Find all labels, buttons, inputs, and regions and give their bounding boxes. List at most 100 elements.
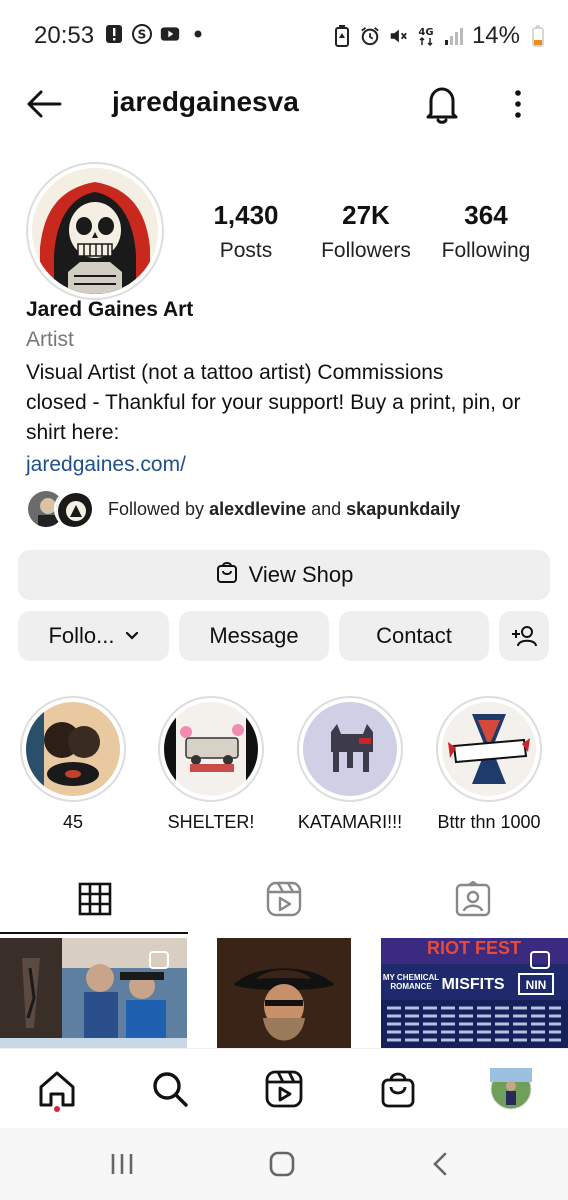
youtube-icon [160, 24, 180, 44]
avatar-skull-image [32, 168, 158, 294]
arrow-left-icon [27, 90, 62, 118]
contact-button[interactable]: Contact [339, 611, 489, 661]
bio-website-link[interactable]: jaredgaines.com/ [26, 450, 556, 480]
home-icon [39, 1071, 75, 1107]
stat-posts-value: 1,430 [213, 200, 279, 230]
highlight-label: SHELTER! [167, 812, 255, 832]
highlight-item[interactable]: SHELTER! [146, 696, 276, 833]
bell-icon [426, 87, 458, 124]
profile-display-name: Jared Gaines Art [26, 298, 194, 321]
more-vertical-icon [515, 90, 521, 118]
svg-text:MY CHEMICAL: MY CHEMICAL [383, 973, 439, 982]
search-icon [153, 1072, 188, 1107]
svg-text:MISFITS: MISFITS [441, 976, 504, 993]
profile-avatar[interactable] [26, 162, 164, 300]
highlight-item[interactable]: 45 [8, 696, 138, 833]
stat-posts-label: Posts [219, 239, 273, 262]
tab-active-indicator [0, 932, 188, 934]
status-time: 20:53 [34, 22, 95, 49]
tab-posts-grid[interactable] [0, 868, 189, 930]
view-shop-label: View Shop [248, 562, 354, 587]
profile-bio: Jared Gaines Art Artist Visual Artist (n… [26, 298, 556, 480]
svg-text:4G: 4G [418, 27, 433, 38]
profile-header: jaredgainesva [0, 78, 568, 130]
stat-following[interactable]: 364 Following [426, 200, 546, 263]
more-options-button[interactable] [506, 84, 530, 124]
reels-icon [266, 881, 301, 917]
back-system-button[interactable] [420, 1148, 460, 1180]
follower-avatar-2 [54, 489, 94, 529]
highlight-cover-1 [26, 702, 120, 796]
nav-profile[interactable] [489, 1067, 533, 1111]
home-circle-icon [269, 1151, 295, 1177]
post-thumbnail[interactable] [217, 938, 351, 1048]
tab-reels[interactable] [189, 868, 378, 930]
notifications-button[interactable] [422, 82, 462, 126]
alert-icon [104, 24, 124, 44]
highlight-item[interactable]: Bttr thn 1000 [424, 696, 554, 833]
suggested-users-button[interactable] [499, 611, 549, 661]
stat-following-label: Following [441, 239, 531, 262]
add-user-icon [512, 626, 537, 647]
recent-apps-icon [111, 1154, 133, 1174]
stat-following-value: 364 [464, 200, 508, 230]
message-button[interactable]: Message [179, 611, 329, 661]
nav-search[interactable] [148, 1067, 192, 1111]
profile-content-tabs [0, 868, 568, 934]
alarm-icon [360, 26, 380, 46]
svg-text:NIN: NIN [526, 978, 547, 992]
back-button[interactable] [24, 84, 64, 124]
svg-text:RIOT FEST: RIOT FEST [427, 938, 521, 958]
followed-by-prefix: Followed by [108, 498, 210, 519]
highlight-label: 45 [62, 812, 84, 832]
profile-category: Artist [26, 328, 74, 351]
status-bar: 20:53 S 4G 14% [0, 0, 568, 70]
stat-posts[interactable]: 1,430 Posts [186, 200, 306, 263]
tagged-icon [455, 881, 490, 917]
svg-text:ROMANCE: ROMANCE [390, 982, 432, 991]
highlight-cover-2 [164, 702, 258, 796]
contact-label: Contact [376, 623, 452, 648]
following-dropdown-button[interactable]: Follo... [18, 611, 169, 661]
profile-username: jaredgainesva [112, 86, 299, 117]
bio-line-1: Visual Artist (not a tattoo artist) Comm… [26, 361, 444, 384]
nav-shop[interactable] [376, 1067, 420, 1111]
status-left-icons: S [104, 24, 208, 44]
tab-tagged[interactable] [378, 868, 567, 930]
followed-by-user-1[interactable]: alexdlevine [209, 499, 306, 519]
post-thumbnail[interactable]: RIOT FEST MY CHEMICAL ROMANCE MISFITS NI… [381, 938, 568, 1048]
profile-avatar [490, 1068, 532, 1110]
post-thumbnail[interactable] [0, 938, 187, 1048]
mute-icon [388, 26, 408, 46]
status-right-icons: 4G 14% [332, 22, 548, 50]
highlight-label: KATAMARI!!! [297, 812, 403, 832]
4g-icon: 4G [416, 26, 436, 47]
bottom-navigation [0, 1048, 568, 1128]
nav-home[interactable] [35, 1067, 79, 1111]
shop-icon [381, 1072, 415, 1108]
stat-followers[interactable]: 27K Followers [306, 200, 426, 263]
profile-stats: 1,430 Posts 27K Followers 364 Following [186, 200, 556, 263]
home-notification-dot [54, 1106, 60, 1112]
grid-icon [78, 882, 111, 916]
recent-apps-button[interactable] [102, 1148, 142, 1180]
bio-line-2: closed - Thankful for your support! Buy … [26, 391, 521, 414]
bio-line-3: shirt here: [26, 421, 120, 444]
following-label: Follo... [48, 623, 115, 648]
followed-by-joiner: and [306, 498, 347, 519]
signal-icon [444, 26, 464, 46]
view-shop-button[interactable]: View Shop [18, 550, 550, 600]
reels-icon [265, 1070, 303, 1108]
highlight-item[interactable]: KATAMARI!!! [285, 696, 415, 833]
nav-reels[interactable] [262, 1067, 306, 1111]
stat-followers-label: Followers [321, 239, 411, 262]
message-label: Message [209, 623, 299, 648]
story-highlights: 45 SHELTER! KATAMARI!!! Bttr thn 1000 [0, 696, 568, 836]
highlight-label: Bttr thn 1000 [437, 812, 541, 832]
highlight-cover-3 [303, 702, 397, 796]
battery-percent: 14% [471, 22, 520, 49]
chevron-down-icon [125, 631, 139, 641]
followed-by-row[interactable]: Followed by alexdlevine and skapunkdaily [26, 488, 556, 530]
home-system-button[interactable] [262, 1148, 302, 1180]
followed-by-user-2[interactable]: skapunkdaily [346, 499, 460, 519]
